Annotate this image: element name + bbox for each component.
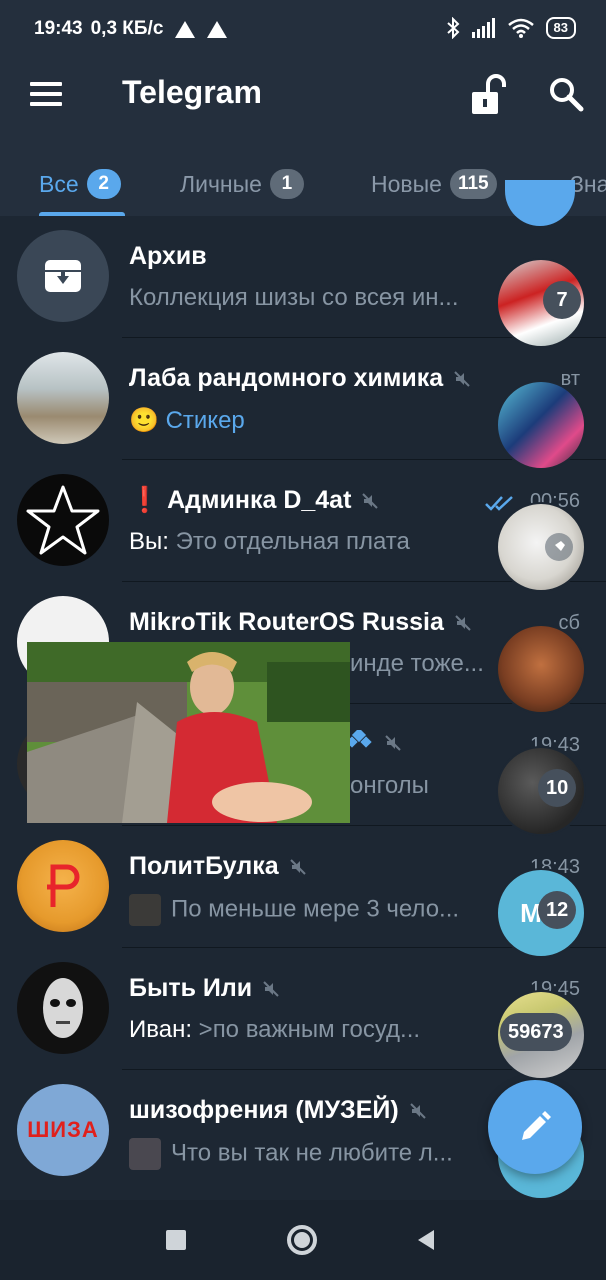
chat-preview: 🙂 Стикер xyxy=(129,406,489,435)
chat-preview: Коллекция шизы со всея ин... xyxy=(129,284,459,311)
video-thumbnail xyxy=(129,894,161,926)
chat-preview: инде тоже... xyxy=(350,650,484,677)
chat-preview-text: По меньше мере 3 чело... xyxy=(171,895,460,923)
tab-badge: 1 xyxy=(269,169,304,199)
chat-preview: Иван: >по важным госуд... xyxy=(129,1016,489,1044)
tab-new[interactable]: Новые 115 xyxy=(371,164,497,204)
muted-icon xyxy=(454,370,470,387)
tab-label: Зна xyxy=(570,170,606,197)
avatar xyxy=(17,352,109,444)
back-icon[interactable] xyxy=(416,1229,436,1251)
chat-preview: Вы: Это отдельная плата xyxy=(129,528,489,556)
chat-preview-text: Стикер xyxy=(165,407,245,434)
chat-preview: Что вы так не любите л... xyxy=(129,1138,489,1170)
muted-icon xyxy=(289,858,306,875)
avatar xyxy=(17,962,109,1054)
chat-name: Лаба рандомного химика xyxy=(129,364,444,392)
new-message-button[interactable] xyxy=(488,1080,582,1174)
avatar: ШИЗА xyxy=(17,1084,109,1176)
avatar xyxy=(17,474,109,566)
status-right: 83 xyxy=(446,17,576,39)
chat-preview-text: Что вы так не любите л... xyxy=(171,1139,453,1167)
floating-bubble[interactable] xyxy=(496,502,586,592)
search-icon[interactable] xyxy=(548,76,584,112)
unlock-icon[interactable] xyxy=(470,74,510,116)
sticker-emoji: 🙂 xyxy=(129,407,159,434)
muted-icon xyxy=(385,735,401,751)
muted-icon xyxy=(362,492,379,509)
menu-icon[interactable] xyxy=(30,82,64,108)
unread-count-badge: 10 xyxy=(538,769,577,807)
warning-icon xyxy=(175,20,196,38)
chat-name-row: ❗ Админка D_4at xyxy=(129,486,379,515)
muted-icon xyxy=(455,614,471,631)
tab-badge: 115 xyxy=(449,169,497,199)
network-speed: 0,3 КБ/с xyxy=(90,18,164,39)
sender-name: Иван: xyxy=(129,1016,192,1043)
archive-icon xyxy=(45,260,81,292)
unread-count-badge: 59673 xyxy=(500,1013,572,1051)
chat-name-row: Лаба рандомного химика xyxy=(129,364,471,393)
tab-label: Новые xyxy=(371,170,442,197)
pencil-icon xyxy=(522,1111,551,1140)
star-icon xyxy=(26,485,100,555)
status-time: 19:43 xyxy=(34,18,83,39)
ruble-logo-icon xyxy=(47,864,80,907)
bluetooth-icon xyxy=(446,17,459,39)
tab-personal[interactable]: Личные 1 xyxy=(180,164,304,204)
chat-name: ПолитБулка xyxy=(129,852,279,880)
warning-icon xyxy=(207,20,228,38)
signal-icon xyxy=(471,18,495,38)
chat-name: MikroTik RouterOS Russia xyxy=(129,608,444,636)
chat-name: ❗ Админка D_4at xyxy=(129,486,352,514)
tab-all[interactable]: Все 2 xyxy=(39,164,121,204)
image-thumbnail xyxy=(129,1138,161,1170)
picture-in-picture-video[interactable] xyxy=(27,642,350,823)
chat-name: шизофрения (МУЗЕЙ) xyxy=(129,1096,399,1124)
avatar-label: ШИЗА xyxy=(27,1117,99,1142)
chat-preview-text: >по важным госуд... xyxy=(198,1016,421,1043)
app-title: Telegram xyxy=(122,74,262,110)
avatar xyxy=(17,840,109,932)
battery-indicator: 83 xyxy=(545,17,576,39)
chat-name-row: Быть Или xyxy=(129,974,280,1003)
chat-preview: По меньше мере 3 чело... xyxy=(129,894,489,926)
chat-name-row: ПолитБулка xyxy=(129,852,307,881)
system-nav-bar xyxy=(0,1200,606,1280)
unread-count-badge: 7 xyxy=(543,281,581,319)
wifi-icon xyxy=(507,18,534,38)
chat-preview-text: Это отдельная плата xyxy=(175,528,410,555)
video-frame xyxy=(27,642,350,823)
unread-count-badge: 12 xyxy=(538,891,577,929)
chat-name-row: MikroTik RouterOS Russia xyxy=(129,608,472,637)
chat-name-row: шизофрения (МУЗЕЙ) xyxy=(129,1096,427,1125)
archive-avatar xyxy=(17,230,109,322)
home-button[interactable] xyxy=(287,1225,317,1255)
chat-preview: онголы xyxy=(350,772,429,799)
sender-name: Вы: xyxy=(129,528,169,555)
muted-icon xyxy=(263,980,279,997)
tab-badge: 2 xyxy=(86,169,121,199)
recents-button[interactable] xyxy=(166,1230,186,1250)
chat-name: Быть Или xyxy=(129,974,253,1002)
floating-bubble[interactable] xyxy=(496,624,586,714)
tab-label: Личные xyxy=(180,170,262,197)
tab-label: Все xyxy=(39,170,79,197)
tab-partial[interactable]: Зна xyxy=(570,164,606,204)
mask-icon xyxy=(43,978,83,1038)
pin-icon xyxy=(545,533,573,561)
floating-bubble[interactable] xyxy=(496,380,586,470)
muted-icon xyxy=(409,1102,426,1119)
status-left: 19:43 0,3 КБ/с xyxy=(34,18,228,40)
chat-name: Архив xyxy=(129,242,207,270)
double-check-icon xyxy=(485,496,513,511)
